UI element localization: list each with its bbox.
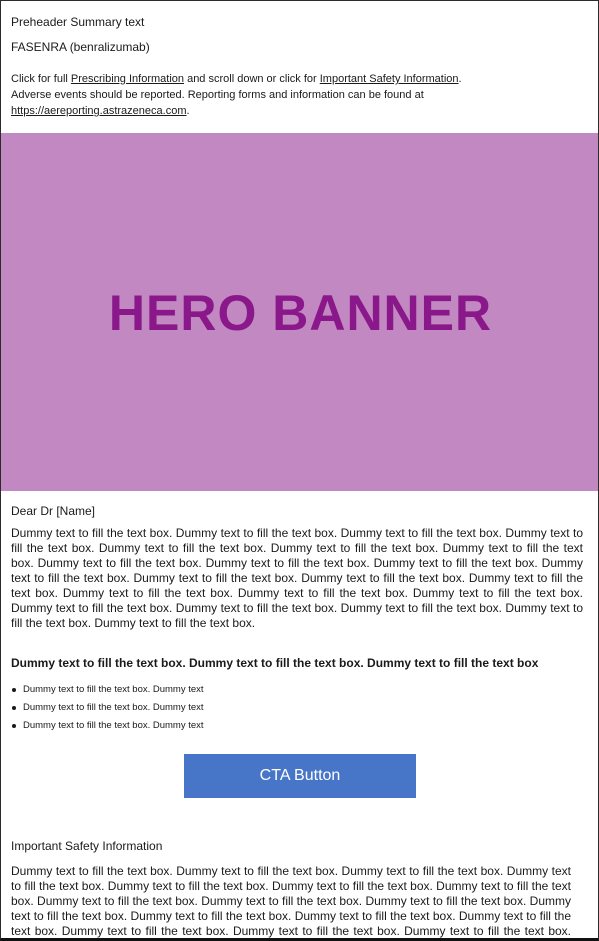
- bullet-item: Dummy text to fill the text box. Dummy t…: [12, 717, 583, 735]
- isi-paragraph: Dummy text to fill the text box. Dummy t…: [11, 864, 571, 938]
- pi-end-text: .: [458, 73, 462, 85]
- bullet-item: Dummy text to fill the text box. Dummy t…: [12, 681, 583, 699]
- cta-button[interactable]: CTA Button: [184, 754, 416, 798]
- email-frame: Preheader Summary text FASENRA (benraliz…: [0, 0, 599, 941]
- body-content: Dear Dr [Name] Dummy text to fill the te…: [11, 504, 583, 735]
- important-safety-info-link[interactable]: Important Safety Information: [320, 73, 459, 85]
- greeting: Dear Dr [Name]: [11, 504, 96, 518]
- hero-banner-text: HERO BANNER: [108, 285, 493, 341]
- ae-reporting-link[interactable]: https://aereporting.astrazeneca.com: [11, 105, 186, 117]
- prescribing-information-link[interactable]: Prescribing Information: [71, 73, 184, 85]
- product-name: FASENRA (benralizumab): [11, 40, 150, 54]
- preheader-summary: Preheader Summary text: [11, 15, 145, 29]
- isi-section: Important Safety Information Dummy text …: [11, 839, 571, 938]
- isi-title: Important Safety Information: [11, 839, 163, 853]
- hero-banner: HERO BANNER: [1, 133, 598, 491]
- bullet-list: Dummy text to fill the text box. Dummy t…: [11, 681, 583, 735]
- body-subheading: Dummy text to fill the text box. Dummy t…: [11, 656, 539, 670]
- prescribing-info-notice: Click for full Prescribing Information a…: [11, 71, 588, 119]
- body-paragraph: Dummy text to fill the text box. Dummy t…: [11, 526, 583, 630]
- preheader-section: Preheader Summary text FASENRA (benraliz…: [1, 1, 598, 119]
- pi-middle-text: and scroll down or click for: [184, 73, 320, 85]
- adverse-events-text: Adverse events should be reported. Repor…: [11, 89, 424, 101]
- report-end-text: .: [186, 105, 190, 117]
- bullet-item: Dummy text to fill the text box. Dummy t…: [12, 699, 583, 717]
- pi-prefix-text: Click for full: [11, 73, 71, 85]
- cta-container: CTA Button: [184, 754, 416, 798]
